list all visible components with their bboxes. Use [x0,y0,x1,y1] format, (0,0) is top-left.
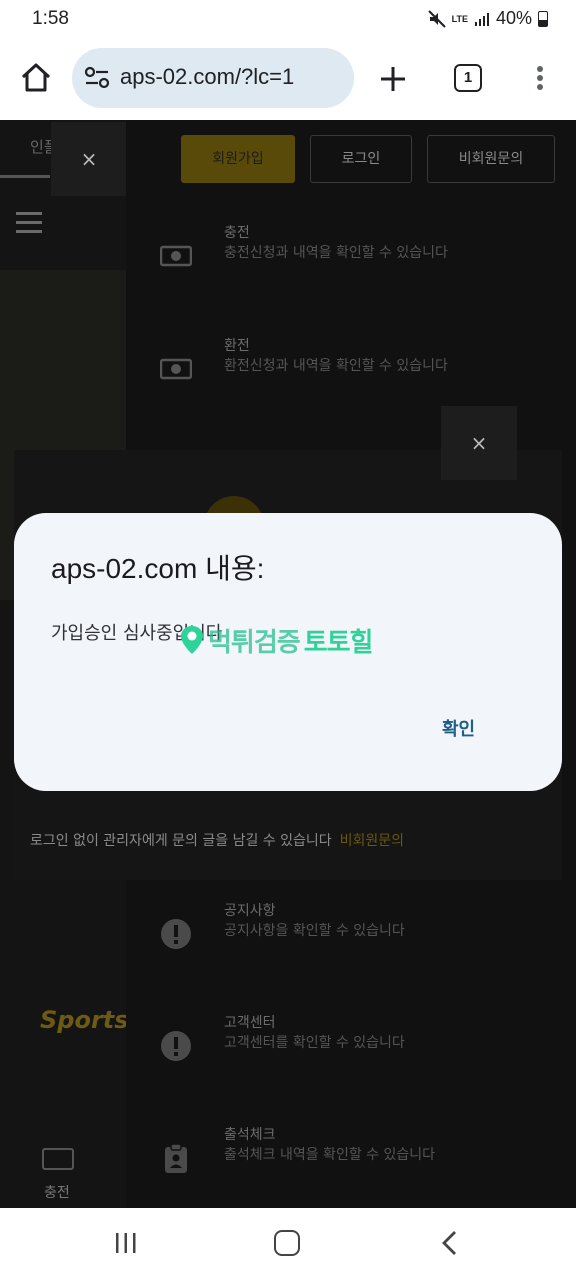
home-nav-icon[interactable] [274,1230,300,1256]
menu-item-desc: 고객센터를 확인할 수 있습니다 [224,1035,405,1051]
menu-item-support[interactable]: 고객센터 고객센터를 확인할 수 있습니다 [126,1012,576,1122]
menu-item-notice[interactable]: 공지사항 공지사항을 확인할 수 있습니다 [126,900,576,1010]
money-icon [160,245,192,267]
watermark: 먹튀검증 토토힐 [180,622,374,658]
battery-icon [538,10,548,27]
guest-inquiry-text: 로그인 없이 관리자에게 문의 글을 남길 수 있습니다 [30,833,332,849]
guest-inquiry-link[interactable]: 비회원문의 [340,833,404,849]
menu-item-title: 공지사항 [224,903,276,919]
system-nav-bar [0,1208,576,1280]
url-text: aps-02.com/?lc=1 [120,64,295,89]
menu-item-title: 고객센터 [224,1015,276,1031]
new-tab-icon[interactable] [376,62,410,96]
alert-icon [161,919,191,949]
clipboard-icon [165,1143,187,1173]
menu-item-desc: 공지사항을 확인할 수 있습니다 [224,923,405,939]
sports-banner-label: Sports [40,1006,129,1034]
status-bar: 1:58 LTE 40% [0,0,576,42]
close-icon[interactable]: × [51,122,127,196]
dialog-title: aps-02.com 내용: [51,553,265,584]
site-settings-icon[interactable] [84,66,110,90]
recent-apps-icon[interactable] [114,1232,138,1254]
menu-item-charge[interactable]: 충전 충전신청과 내역을 확인할 수 있습니다 [126,222,576,332]
money-icon [160,358,192,380]
location-pin-icon [181,626,203,654]
status-time: 1:58 [32,8,69,29]
mute-icon [427,9,446,28]
guest-inquiry-note: 로그인 없이 관리자에게 문의 글을 남길 수 있습니다 비회원문의 [30,830,404,850]
signal-icon [474,12,489,26]
watermark-text-2: 토토힐 [303,627,374,658]
money-icon [42,1148,74,1170]
home-icon[interactable] [16,58,56,98]
menu-item-attendance[interactable]: 출석체크 출석체크 내역을 확인할 수 있습니다 [126,1124,576,1208]
confirm-button[interactable]: 확인 [442,715,475,741]
tab-underline [0,175,50,178]
menu-item-desc: 충전신청과 내역을 확인할 수 있습니다 [224,245,448,261]
browser-toolbar: aps-02.com/?lc=1 1 [0,42,576,120]
menu-item-title: 환전 [224,338,250,354]
signup-button[interactable]: 회원가입 [181,135,295,183]
battery-percent: 40% [495,8,532,28]
status-indicators: LTE 40% [427,8,548,29]
close-icon[interactable]: × [441,406,517,480]
more-options-icon[interactable] [536,66,544,94]
menu-item-title: 출석체크 [224,1127,276,1143]
watermark-text-1: 먹튀검증 [208,627,301,658]
lte-icon: LTE [451,13,468,24]
address-bar[interactable]: aps-02.com/?lc=1 [72,48,354,108]
back-icon[interactable] [440,1230,458,1256]
footer-charge-label: 충전 [44,1185,70,1201]
menu-item-title: 충전 [224,225,250,241]
menu-item-desc: 출석체크 내역을 확인할 수 있습니다 [224,1147,435,1163]
guest-inquiry-button[interactable]: 비회원문의 [427,135,555,183]
alert-icon [161,1031,191,1061]
tab-switcher-button[interactable]: 1 [454,64,482,92]
menu-item-desc: 환전신청과 내역을 확인할 수 있습니다 [224,358,448,374]
hamburger-menu-icon [16,212,42,234]
login-button[interactable]: 로그인 [310,135,412,183]
